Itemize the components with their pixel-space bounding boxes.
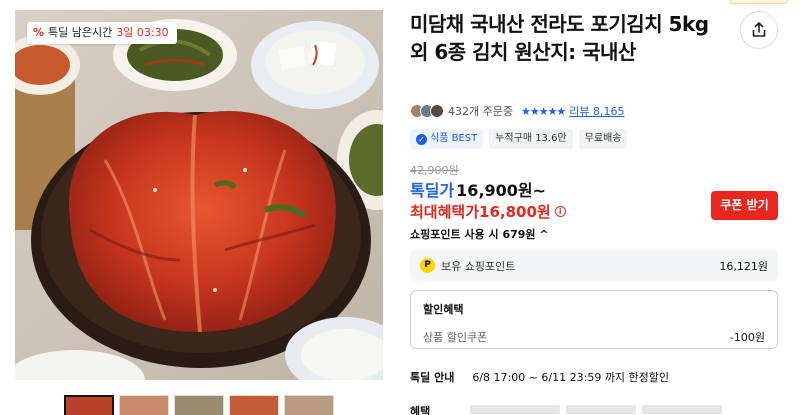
discount-row-value: -100원 [729,331,765,344]
benefit-section-cutoff [470,405,750,415]
deal-info-value: 6/8 17:00 ~ 6/11 23:59 까지 한정할인 [472,371,670,384]
deal-timer-badge: % 특딜 남은시간 3일 03:30 [27,22,177,44]
order-count: 432개 주문중 [448,105,513,118]
timer-value: 3일 03:30 [116,26,169,39]
original-price: 42,900원 [410,164,459,177]
discount-title: 할인혜택 [423,303,464,316]
thumbnail[interactable] [229,395,279,415]
thumbnail[interactable] [119,395,169,415]
benefit-section-label: 혜택 [410,405,431,415]
thumbnail-image [175,396,223,415]
badge-free-shipping: 무료배송 [578,129,628,149]
tooltip-edge [730,0,788,4]
discount-row-label: 상품 할인쿠폰 [423,331,488,344]
thumbnail-image [285,396,333,415]
thumbnail[interactable] [64,395,114,415]
max-benefit-row: 최대혜택가 16,800원 i [410,201,566,222]
deal-price: 16,900원~ [456,181,547,200]
rating-stars-icon: ★★★★★ [520,104,566,118]
buyer-avatars [410,104,444,118]
discount-row: 상품 할인쿠폰 -100원 [423,329,765,345]
deal-info-label: 톡딜 안내 [410,371,455,384]
info-icon[interactable]: i [554,206,566,217]
deal-info-row: 톡딜 안내 6/8 17:00 ~ 6/11 23:59 까지 한정할인 [410,369,669,385]
thumbnail-image [120,396,168,415]
point-coin-icon: P [420,258,435,273]
deal-price-label: 톡딜가 [410,181,455,200]
discount-box: 할인혜택 상품 할인쿠폰 -100원 [410,290,778,349]
get-coupon-button[interactable]: 쿠폰 받기 [711,191,778,220]
badge-row: ✓ 식품 BEST 누적구매 13.6만 무료배송 [410,129,628,149]
badge-label: 무료배송 [584,133,622,144]
badge-label: 식품 BEST [430,133,478,144]
kimchi-photo [15,10,383,380]
points-value: 16,121원 [719,259,768,273]
shopping-points-box: P 보유 쇼핑포인트 16,121원 [410,250,778,281]
avatar [430,104,444,118]
deal-price-row: 톡딜가 16,900원~ [410,177,546,201]
check-icon: ✓ [416,133,427,145]
badge-cumulative-purchases: 누적구매 13.6만 [489,129,573,149]
thumbnail-image [230,396,278,415]
cutoff-chip [642,405,722,414]
max-benefit-label: 최대혜택가 [410,203,480,221]
product-meta-row: 432개 주문중 ★★★★★ 리뷰 8,165 [410,101,625,121]
badge-food-best: ✓ 식품 BEST [410,129,484,149]
product-title: 미담채 국내산 전라도 포기김치 5kg 외 6종 김치 원산지: 국내산 [410,12,709,64]
badge-label: 누적구매 13.6만 [495,133,567,144]
share-icon [752,22,766,37]
thumbnail-strip [64,395,334,415]
timer-label: 특딜 남은시간 [48,26,113,39]
max-benefit-price: 16,800원 [479,203,551,221]
points-label: 보유 쇼핑포인트 [441,259,516,273]
cutoff-chip [566,405,636,414]
point-use-toggle[interactable]: 쇼핑포인트 사용 시 679원 ^ [410,226,549,242]
percent-icon: % [33,26,45,39]
thumbnail[interactable] [174,395,224,415]
cutoff-chip [470,405,560,414]
product-image[interactable]: % 특딜 남은시간 3일 03:30 [15,10,383,380]
thumbnail-image [66,397,112,415]
review-link[interactable]: 리뷰 8,165 [569,103,624,119]
thumbnail[interactable] [284,395,334,415]
share-button[interactable] [740,11,778,49]
